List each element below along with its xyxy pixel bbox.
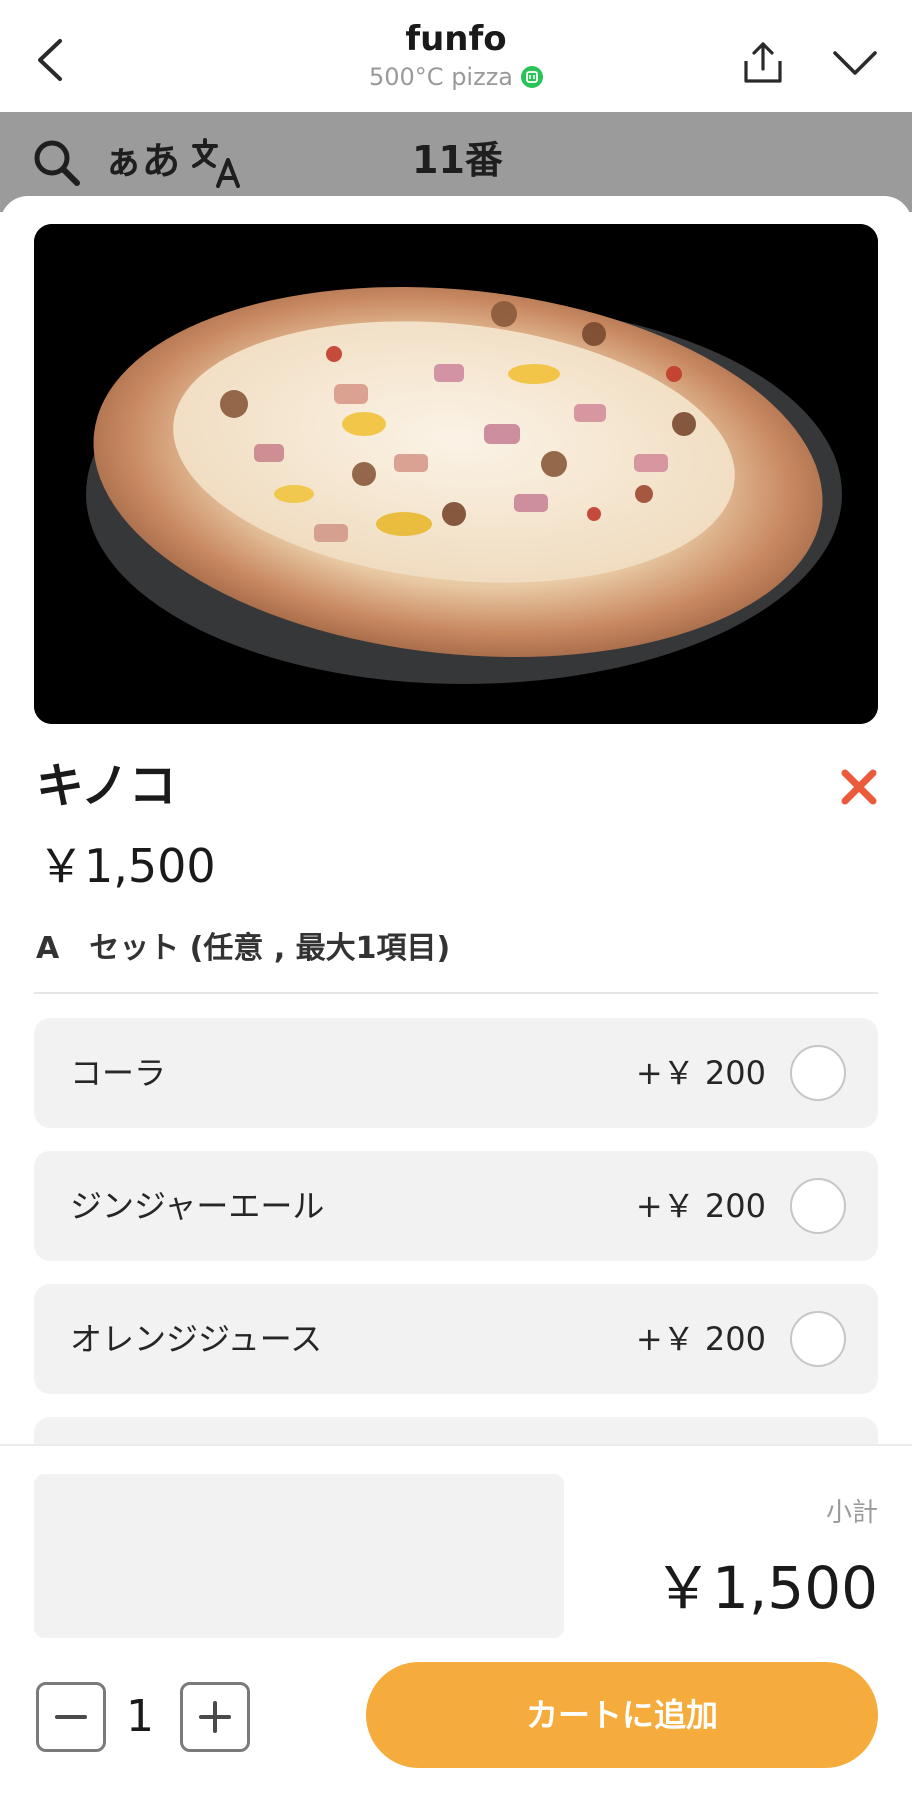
option-price: +￥ 200 <box>635 1187 766 1225</box>
option-row-cola[interactable]: コーラ +￥ 200 <box>34 1018 878 1128</box>
search-icon[interactable] <box>30 136 84 190</box>
back-button[interactable] <box>22 28 78 92</box>
option-name: オレンジジュース <box>70 1320 323 1358</box>
product-image <box>34 224 878 724</box>
subtitle-row: 500°C pizza <box>256 62 656 92</box>
minus-icon <box>55 1715 87 1719</box>
chevron-down-icon <box>833 51 877 75</box>
title-area: funfo 500°C pizza <box>256 18 656 92</box>
option-radio[interactable] <box>790 1311 846 1367</box>
increase-quantity-button[interactable] <box>180 1682 250 1752</box>
option-name: ジンジャーエール <box>70 1187 325 1225</box>
quantity-value: 1 <box>126 1691 154 1742</box>
plus-icon <box>199 1701 231 1733</box>
top-navigation: funfo 500°C pizza <box>0 0 912 112</box>
option-radio[interactable] <box>790 1045 846 1101</box>
table-number: 11番 <box>412 138 503 182</box>
item-price: ￥1,500 <box>38 839 216 893</box>
product-sheet: キノコ ￥1,500 A セット (任意 , 最大1項目) コーラ +￥ 200… <box>0 196 912 1446</box>
bottom-action-bar: 小計 ￥1,500 1 カートに追加 <box>0 1444 912 1794</box>
subtotal-label: 小計 <box>825 1498 878 1528</box>
subtotal-value: ￥1,500 <box>653 1554 878 1622</box>
close-button[interactable] <box>834 762 884 812</box>
option-radio[interactable] <box>790 1178 846 1234</box>
decrease-quantity-button[interactable] <box>36 1682 106 1752</box>
close-icon <box>841 769 877 805</box>
app-title: funfo <box>405 19 507 59</box>
option-row-partial[interactable] <box>34 1417 878 1446</box>
add-to-cart-label: カートに追加 <box>525 1696 718 1734</box>
shop-name: 500°C pizza <box>369 63 513 91</box>
option-price: +￥ 200 <box>635 1320 766 1358</box>
translate-icon[interactable] <box>190 136 242 188</box>
back-icon <box>38 39 62 81</box>
option-row-ginger-ale[interactable]: ジンジャーエール +￥ 200 <box>34 1151 878 1261</box>
collapse-button[interactable] <box>822 30 888 94</box>
divider <box>34 992 878 994</box>
share-button[interactable] <box>734 30 792 94</box>
note-input[interactable] <box>34 1474 564 1638</box>
item-name: キノコ <box>36 758 177 814</box>
share-icon <box>744 42 782 83</box>
verified-icon <box>521 66 543 88</box>
kana-toggle[interactable]: ぁあ <box>104 136 180 186</box>
option-name: コーラ <box>70 1054 167 1092</box>
option-price: +￥ 200 <box>635 1054 766 1092</box>
option-row-orange-juice[interactable]: オレンジジュース +￥ 200 <box>34 1284 878 1394</box>
option-group-title: A セット (任意 , 最大1項目) <box>36 931 451 966</box>
add-to-cart-button[interactable]: カートに追加 <box>366 1662 878 1768</box>
